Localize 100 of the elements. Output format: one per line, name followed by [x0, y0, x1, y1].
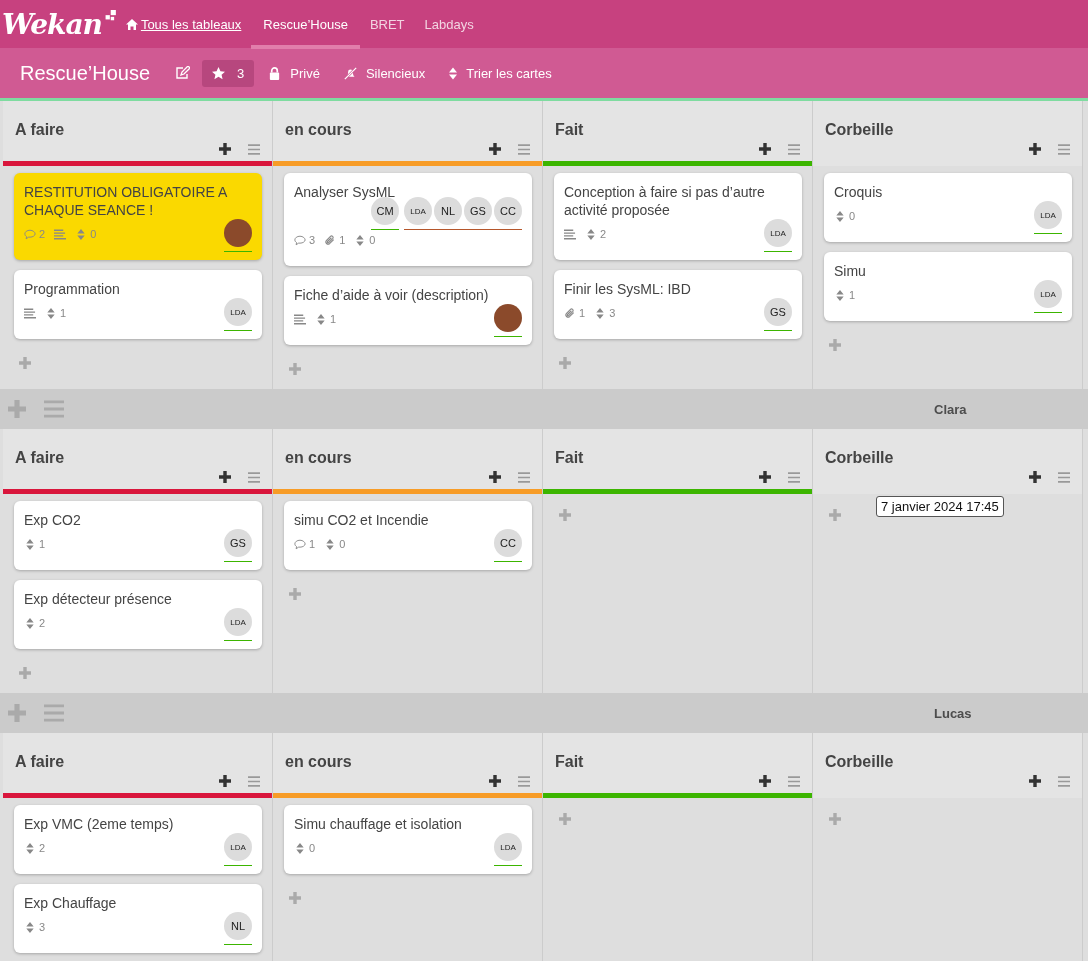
member-avatar[interactable]: LDA [224, 608, 252, 636]
sort-count: 1 [849, 289, 856, 301]
card-title: Simu chauffage et isolation [294, 815, 463, 833]
member-avatar[interactable]: LDA [494, 833, 522, 861]
add-card-icon[interactable] [1029, 471, 1041, 483]
card[interactable]: simu CO2 et Incendie 1 0 CC [284, 501, 532, 570]
card[interactable]: Analyser SysML CM LDA NL GS CC 3 1 0 [284, 173, 532, 266]
card[interactable]: Exp CO2 1 GS [14, 501, 262, 570]
add-card-icon[interactable] [489, 143, 501, 155]
muted-bell-icon [343, 66, 357, 80]
description-icon [54, 228, 67, 240]
list-title: Corbeille [825, 449, 895, 467]
sort-count: 3 [39, 921, 46, 933]
wekan-logo[interactable]: Wekan [2, 7, 116, 41]
comment-count: 2 [39, 228, 46, 240]
edit-icon[interactable] [176, 66, 191, 80]
card[interactable]: Finir les SysML: IBD 1 3 GS [554, 270, 802, 339]
menu-icon[interactable] [1058, 472, 1070, 483]
card-title: Programmation [24, 280, 121, 298]
card[interactable]: Exp détecteur présence 2 LDA [14, 580, 262, 649]
sort-icon [24, 538, 36, 550]
add-card-icon[interactable] [759, 775, 771, 787]
card[interactable]: Exp VMC (2eme temps) 2 LDA [14, 805, 262, 874]
menu-icon[interactable] [1058, 144, 1070, 155]
sort-count: 3 [609, 307, 616, 319]
star-button[interactable]: 3 [202, 59, 255, 87]
sort-count: 0 [339, 538, 346, 550]
lock-icon [268, 66, 282, 80]
sort-icon [24, 617, 36, 629]
add-card-icon[interactable] [219, 775, 231, 787]
member-avatar[interactable]: GS [464, 197, 492, 225]
add-card-icon[interactable] [219, 471, 231, 483]
card-title: Simu [834, 262, 867, 280]
member-avatar[interactable]: LDA [764, 219, 792, 247]
visibility-button[interactable]: Privé [258, 59, 330, 87]
list-title: A faire [15, 753, 66, 771]
member-avatar[interactable]: LDA [1034, 280, 1062, 308]
attachment-count: 1 [339, 234, 346, 246]
avatar-photo[interactable] [224, 219, 252, 247]
list-title: Fait [555, 753, 585, 771]
add-card-icon[interactable] [759, 471, 771, 483]
member-avatar[interactable]: GS [224, 529, 252, 557]
add-card-icon[interactable] [219, 143, 231, 155]
card[interactable]: Simu 1 LDA [824, 252, 1072, 321]
board-title: Rescue’House [20, 61, 151, 85]
watch-button[interactable]: Silencieux [333, 59, 436, 87]
swimlane-title: Lucas [934, 705, 972, 721]
avatar-photo[interactable] [494, 304, 522, 332]
member-avatar[interactable]: LDA [224, 833, 252, 861]
card[interactable]: Simu chauffage et isolation 0 LDA [284, 805, 532, 874]
sort-icon [834, 210, 846, 222]
sort-cards-button[interactable]: Trier les cartes [439, 59, 562, 87]
card[interactable]: Programmation 1 LDA [14, 270, 262, 339]
card[interactable]: Fiche d’aide à voir (description) 1 [284, 276, 532, 345]
menu-icon[interactable] [788, 144, 800, 155]
card-title: Exp détecteur présence [24, 590, 173, 608]
add-icon[interactable] [8, 400, 26, 418]
menu-icon[interactable] [44, 704, 64, 722]
add-card-icon[interactable] [759, 143, 771, 155]
sort-icon [324, 538, 337, 550]
member-avatar[interactable]: CC [494, 197, 522, 225]
add-icon[interactable] [8, 704, 26, 722]
sort-count: 0 [369, 234, 376, 246]
member-avatar[interactable]: NL [434, 197, 462, 225]
sort-count: 2 [39, 617, 46, 629]
all-boards-link[interactable]: Tous les tableaux [140, 3, 242, 49]
date-tooltip: 7 janvier 2024 17:45 [876, 496, 1004, 517]
menu-icon[interactable] [248, 144, 260, 155]
add-card-icon[interactable] [489, 471, 501, 483]
card-title: Conception à faire si pas d’autre activité proposée [564, 183, 766, 219]
menu-icon[interactable] [518, 472, 530, 483]
member-avatar[interactable]: LDA [224, 298, 252, 326]
menu-icon[interactable] [248, 776, 260, 787]
card[interactable]: Conception à faire si pas d’autre activité proposée 2 LDA [554, 173, 802, 260]
list-title: en cours [285, 121, 353, 139]
card-title: Exp Chauffage [24, 894, 118, 912]
list-title: Fait [555, 449, 585, 467]
member-avatar[interactable]: LDA [1034, 201, 1062, 229]
add-card-icon[interactable] [489, 775, 501, 787]
sort-icon [834, 289, 846, 301]
card[interactable]: RESTITUTION OBLIGATOIRE A CHAQUE SEANCE ! 2 0 [14, 173, 262, 260]
menu-icon[interactable] [1058, 776, 1070, 787]
menu-icon[interactable] [44, 400, 64, 418]
member-avatar[interactable]: CC [494, 529, 522, 557]
member-avatar[interactable]: CM [371, 197, 399, 225]
menu-icon[interactable] [518, 144, 530, 155]
menu-icon[interactable] [788, 776, 800, 787]
member-avatar[interactable]: GS [764, 298, 792, 326]
add-card-icon[interactable] [1029, 143, 1041, 155]
menu-icon[interactable] [518, 776, 530, 787]
member-avatar[interactable]: LDA [404, 197, 432, 225]
add-card-icon[interactable] [1029, 775, 1041, 787]
menu-icon[interactable] [248, 472, 260, 483]
card[interactable]: Croquis 0 LDA [824, 173, 1072, 242]
menu-icon[interactable] [788, 472, 800, 483]
sort-icon [294, 842, 306, 854]
card[interactable]: Exp Chauffage 3 NL [14, 884, 262, 953]
member-avatar[interactable]: NL [224, 912, 252, 940]
list-title: en cours [285, 449, 353, 467]
comment-icon [294, 538, 306, 550]
